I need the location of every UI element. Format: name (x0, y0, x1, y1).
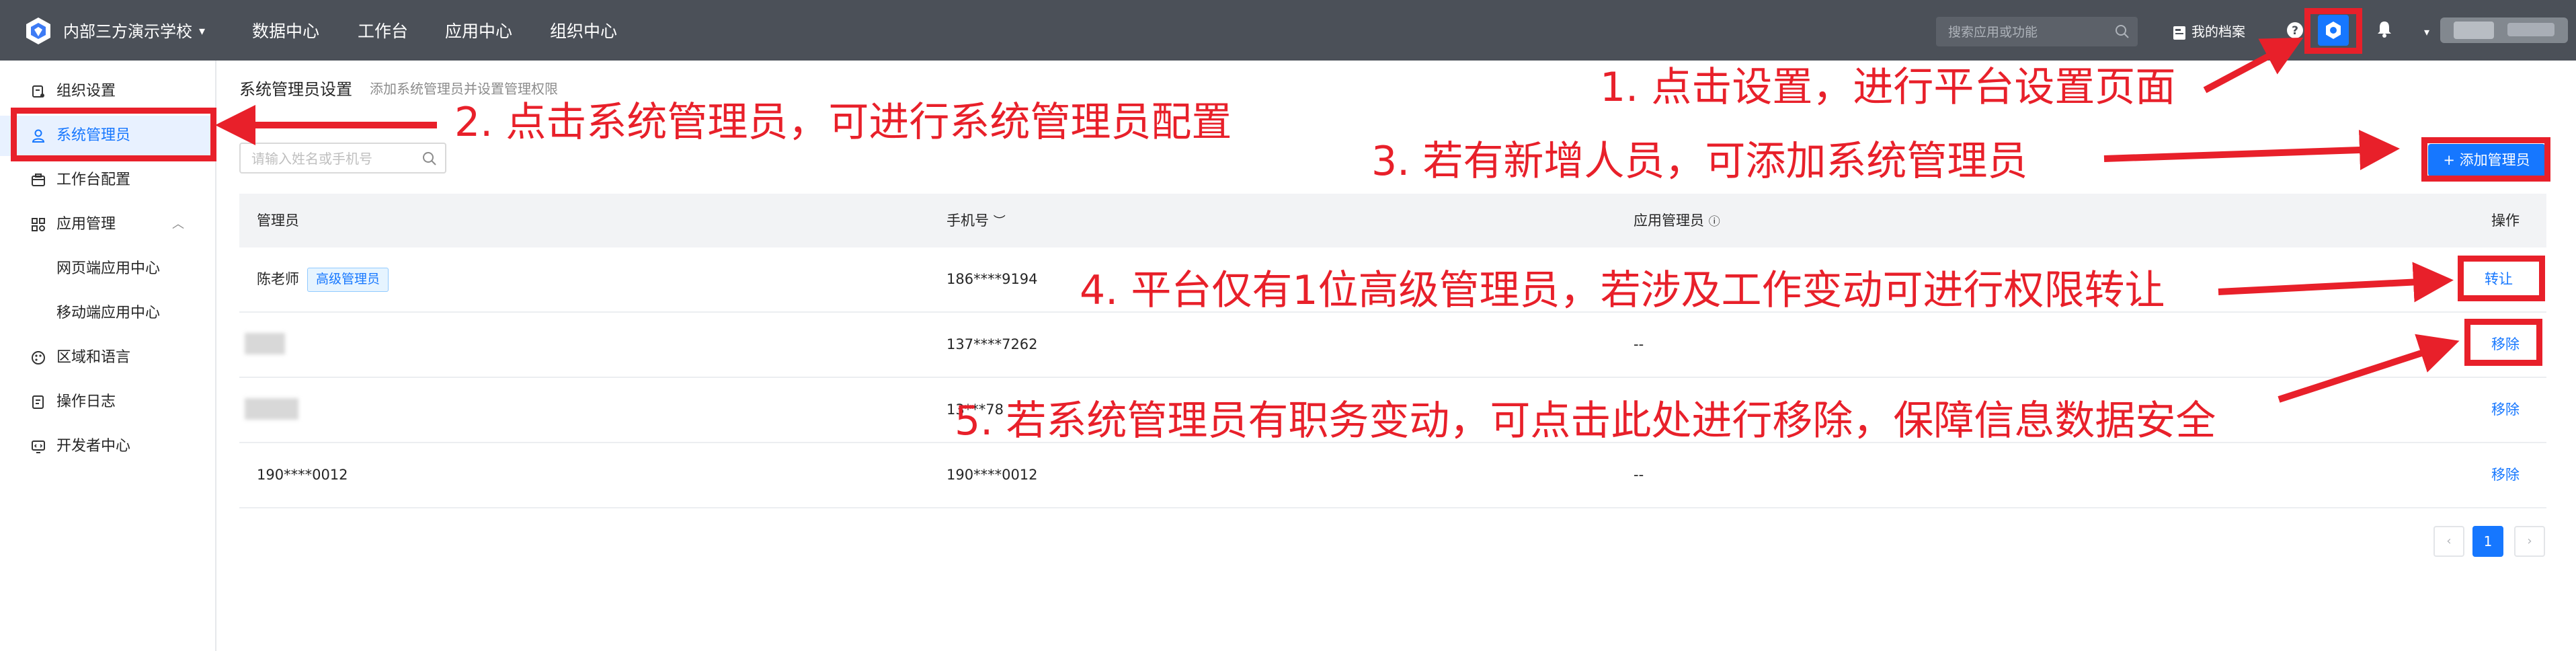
highlight-box-settings (2304, 8, 2362, 54)
org-settings-icon (32, 85, 44, 98)
table-row: 190****0012 190****0012 -- 移除 (239, 443, 2546, 508)
app-admin-cell: -- (1634, 467, 1644, 483)
my-profile-button[interactable]: 我的档案 (2173, 20, 2245, 43)
sidebar-item-label: 区域和语言 (56, 349, 131, 366)
nav-workbench[interactable]: 工作台 (358, 20, 408, 43)
remove-link[interactable]: 移除 (2491, 378, 2520, 442)
table-row: 137****7262 -- 移除 (239, 313, 2546, 378)
app-admin-cell: -- (1634, 336, 1644, 352)
annotation-step-4: 4. 平台仅有1位高级管理员，若涉及工作变动可进行权限转让 (1080, 267, 2165, 314)
help-icon[interactable]: ? (2286, 21, 2304, 40)
apps-grid-icon (32, 218, 45, 231)
nav-data-center[interactable]: 数据中心 (252, 20, 319, 43)
highlight-box-add-admin (2421, 137, 2550, 182)
global-search[interactable] (1936, 17, 2138, 46)
sidebar-item-label: 移动端应用中心 (56, 305, 161, 321)
remove-link[interactable]: 移除 (2491, 443, 2520, 507)
globe-palette-icon (32, 351, 45, 365)
sidebar-item-operation-log[interactable]: 操作日志 (0, 382, 215, 422)
sidebar-item-mobile-app-center[interactable]: 移动端应用中心 (0, 293, 215, 334)
sidebar-item-label: 开发者中心 (56, 438, 131, 455)
search-icon[interactable] (2115, 24, 2130, 39)
sidebar-item-label: 操作日志 (56, 393, 116, 410)
admin-name: 陈老师 (257, 271, 299, 287)
school-logo-icon[interactable] (24, 16, 53, 46)
arrow-step-3 (2103, 130, 2400, 171)
column-header-app-admin-label: 应用管理员 (1634, 213, 1704, 229)
svg-text:?: ? (2292, 24, 2298, 38)
column-header-admin: 管理员 (257, 213, 299, 229)
annotation-step-3: 3. 若有新增人员，可添加系统管理员 (1371, 138, 2028, 185)
page-title: 系统管理员设置 (239, 80, 352, 99)
org-switcher-label[interactable]: 内部三方演示学校 (63, 20, 192, 43)
nav-org-center[interactable]: 组织中心 (550, 20, 617, 43)
chevron-up-icon[interactable]: ︿ (172, 204, 184, 245)
name-phone-search-input[interactable] (250, 148, 414, 169)
column-header-actions: 操作 (2491, 213, 2520, 229)
eye-toggle-icon[interactable]: ︶ (994, 215, 1006, 229)
phone-cell: 190****0012 (947, 467, 1038, 483)
admin-name-cell: 陈老师 高级管理员 (257, 247, 389, 311)
table-header: 管理员 手机号 ︶ 应用管理员 ⓘ 操作 (239, 194, 2546, 247)
annotation-step-2: 2. 点击系统管理员，可进行系统管理员配置 (454, 99, 1232, 146)
help-circle-icon[interactable]: ⓘ (1709, 215, 1720, 229)
highlight-box-transfer (2458, 256, 2545, 301)
highlight-box-sidebar-admin (11, 108, 216, 161)
my-profile-label: 我的档案 (2191, 24, 2245, 40)
super-admin-badge: 高级管理员 (307, 268, 389, 292)
sidebar-item-workbench-config[interactable]: 工作台配置 (0, 160, 215, 200)
workbench-icon (32, 174, 45, 186)
admin-name: 190****0012 (257, 467, 348, 483)
pagination-prev-button[interactable]: ‹ (2433, 526, 2464, 557)
highlight-box-remove (2464, 319, 2542, 366)
sidebar-item-app-management[interactable]: 应用管理 ︿ (0, 204, 215, 245)
pagination-next-button[interactable]: › (2514, 526, 2545, 557)
global-search-input[interactable] (1947, 21, 2104, 44)
phone-cell: 137****7262 (947, 336, 1038, 352)
admin-filter[interactable] (239, 143, 446, 174)
sidebar-item-web-app-center[interactable]: 网页端应用中心 (0, 249, 215, 289)
column-header-app-admin: 应用管理员 ⓘ (1634, 194, 1720, 249)
sidebar-item-label: 组织设置 (56, 83, 116, 100)
phone-cell: 186****9194 (947, 271, 1038, 287)
top-navigation-bar: 内部三方演示学校 ▾ 数据中心 工作台 应用中心 组织中心 我的档案 ? ▾ (0, 0, 2576, 61)
search-icon[interactable] (422, 151, 437, 166)
page-subtitle: 添加系统管理员并设置管理权限 (370, 81, 558, 97)
notification-bell-icon[interactable] (2374, 19, 2394, 39)
redacted-name (245, 333, 285, 354)
sidebar-item-developer-center[interactable]: 开发者中心 (0, 426, 215, 467)
annotation-step-1: 1. 点击设置，进行平台设置页面 (1600, 64, 2176, 111)
sidebar-item-label: 应用管理 (56, 216, 116, 233)
sidebar-item-org-settings[interactable]: 组织设置 (0, 71, 215, 112)
redacted-name (245, 398, 298, 420)
avatar[interactable] (2440, 15, 2568, 46)
column-header-phone-label: 手机号 (947, 213, 989, 229)
column-header-phone[interactable]: 手机号 ︶ (947, 194, 1006, 249)
sidebar-item-region-language[interactable]: 区域和语言 (0, 338, 215, 378)
pagination-page-button[interactable]: 1 (2472, 526, 2503, 557)
profile-doc-icon (2173, 26, 2185, 40)
user-menu-caret-icon[interactable]: ▾ (2424, 26, 2429, 38)
caret-down-icon[interactable]: ▾ (199, 20, 205, 43)
sidebar-item-label: 网页端应用中心 (56, 260, 161, 277)
sidebar-item-label: 工作台配置 (56, 171, 131, 188)
annotation-step-5: 5. 若系统管理员有职务变动，可点击此处进行移除，保障信息数据安全 (955, 397, 2216, 445)
nav-app-center[interactable]: 应用中心 (445, 20, 512, 43)
developer-icon (32, 441, 45, 453)
log-icon (32, 395, 44, 409)
